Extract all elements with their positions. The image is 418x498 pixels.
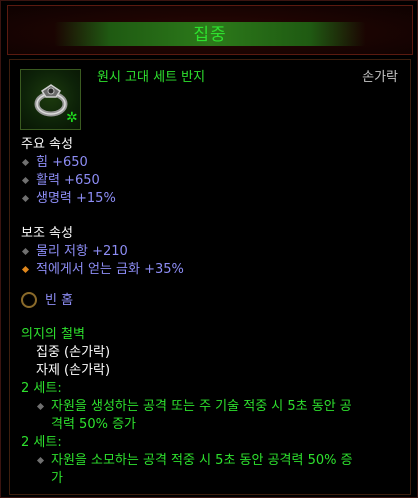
green-star-icon: ✲ [66,110,78,126]
socket-label: 빈 홈 [45,293,74,308]
set-item: 자제 (손가락) [36,363,111,378]
set-name: 의지의 철벽 [21,327,85,342]
set-item: 집중 (손가락) [36,345,111,360]
primary-stat: 생명력 +15% [36,191,116,206]
set-bonus-line: 가 [51,471,63,486]
set-bonus-line: 자원을 생성하는 공격 또는 주 기술 적중 시 5초 동안 공 [51,399,352,414]
item-icon-frame: ✲ [20,69,81,130]
set-bonus-line: 격력 50% 증가 [51,417,136,432]
set-bonus-header: 2 세트: [21,381,62,396]
set-bonus-line: 자원을 소모하는 공격 적중 시 5초 동안 공격력 50% 증 [51,453,353,468]
empty-socket-icon [21,292,37,308]
primary-stat: 활력 +650 [36,173,100,188]
primary-stat: 힘 +650 [36,155,88,170]
item-tooltip: 집중 ✲ 원시 고대 세트 반지 손가락 주요 속성 힘 +650 활력 +65… [0,0,418,498]
secondary-stat: 물리 저항 +210 [36,244,128,259]
item-title: 집중 [193,25,227,45]
set-bonus-header: 2 세트: [21,435,62,450]
item-slot: 손가락 [362,70,398,85]
title-bar: 집중 [7,5,413,55]
item-type: 원시 고대 세트 반지 [97,70,206,85]
secondary-stat: 적에게서 얻는 금화 +35% [36,262,184,277]
secondary-header: 보조 속성 [21,226,73,241]
primary-header: 주요 속성 [21,137,73,152]
